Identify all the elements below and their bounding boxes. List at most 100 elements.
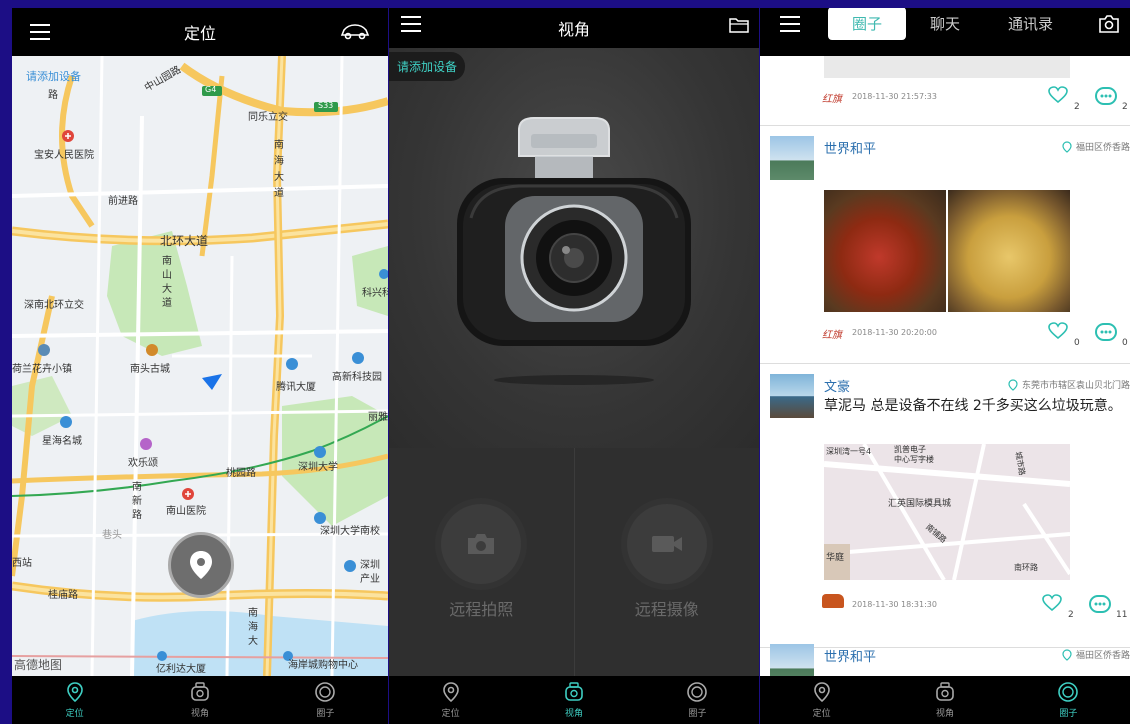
post-location: 福田区侨香路 (1061, 648, 1130, 661)
heart-icon[interactable] (1048, 322, 1068, 340)
signature: 红旗 (822, 94, 842, 105)
bottom-tab-bar: 定位 视角 圈子 (760, 676, 1130, 724)
segment-chat[interactable]: 聊天 (906, 8, 984, 40)
add-device-link[interactable]: 请添加设备 (389, 52, 466, 81)
locate-button[interactable] (168, 532, 234, 598)
username[interactable]: 世界和平 (824, 138, 876, 157)
tab-label: 视角 (190, 709, 209, 719)
post-location: 福田区侨香路 (1061, 140, 1130, 153)
remote-controls: 远程拍照 远程摄像 (389, 448, 759, 676)
add-device-link[interactable]: 请添加设备 (26, 68, 81, 84)
comment-count: 11 (1116, 610, 1128, 620)
post-map-image[interactable]: 深圳湾一号4 凯普电子 中心写字楼 汇英国际模具城 南铺路 南环路 华庭 城市路 (824, 444, 1070, 580)
feed-list[interactable]: 红旗 2018-11-30 21:57:33 2 2 世界和平 福田区侨香路 红… (760, 56, 1130, 676)
comment-count: 2 (1122, 102, 1128, 112)
comment-icon[interactable] (1094, 322, 1118, 342)
comment-icon[interactable] (1094, 86, 1118, 106)
post-time: 2018-11-30 21:57:33 (852, 92, 937, 101)
remote-video-circle (626, 504, 707, 584)
tab-label: 定位 (441, 709, 460, 719)
like-count: 2 (1068, 610, 1074, 620)
camera-tab-icon (191, 682, 209, 701)
segment-circle[interactable]: 圈子 (828, 8, 907, 40)
camera-tab-icon (936, 682, 954, 701)
circle-screen: 圈子 聊天 通讯录 红旗 2018-11-30 21:57:33 2 2 世界和… (760, 8, 1130, 724)
camera-icon (468, 534, 495, 554)
aperture-tab-icon (1058, 682, 1079, 702)
aperture-tab-icon (687, 682, 708, 702)
page-title: 视角 (557, 20, 590, 39)
location-pin-icon (190, 551, 212, 579)
feed-post: 红旗 2018-11-30 21:57:33 2 2 (760, 56, 1130, 126)
tab-location[interactable]: 定位 (760, 676, 883, 724)
location-pin-icon (1062, 140, 1072, 153)
dashcam-image (457, 117, 691, 385)
bottom-tab-bar: 定位 视角 圈子 (389, 676, 759, 724)
post-photo[interactable] (824, 190, 946, 312)
segment-control: 圈子 聊天 通讯录 (828, 8, 1077, 40)
car-icon[interactable] (340, 22, 370, 40)
remote-video-button[interactable]: 远程摄像 (575, 448, 760, 676)
segment-contacts[interactable]: 通讯录 (984, 8, 1077, 40)
remote-photo-label: 远程拍照 (449, 600, 514, 619)
user-car-icon (822, 594, 844, 608)
camera-icon[interactable] (1098, 14, 1120, 34)
tab-label: 圈子 (1059, 709, 1078, 719)
tab-label: 定位 (65, 709, 84, 719)
location-text: 福田区侨香路 (1075, 651, 1130, 661)
location-screen: 定位 请添加设备 路 中山园路 G4 S33 同乐立交 南 海 大 道 宝安人民… (12, 8, 388, 724)
tab-circle[interactable]: 圈子 (1007, 676, 1130, 724)
tab-view[interactable]: 视角 (137, 676, 262, 724)
avatar[interactable] (770, 136, 814, 180)
folder-icon[interactable] (729, 16, 749, 34)
comment-icon[interactable] (1088, 594, 1112, 614)
tab-label: 圈子 (688, 709, 707, 719)
location-pin-icon (1062, 648, 1072, 661)
remote-photo-button[interactable]: 远程拍照 (389, 448, 575, 676)
post-time: 2018-11-30 20:20:00 (852, 328, 937, 337)
top-bar: 定位 (12, 8, 388, 56)
avatar[interactable] (770, 644, 814, 676)
username[interactable]: 世界和平 (824, 646, 876, 665)
page-title: 定位 (183, 24, 216, 43)
remote-photo-circle (441, 504, 522, 584)
view-screen: 视角 请添加设备 远程拍照 远程摄像 定位 视角 圈子 (389, 8, 759, 724)
post-photo[interactable] (948, 190, 1070, 312)
like-count: 0 (1074, 338, 1080, 348)
avatar[interactable] (770, 374, 814, 418)
post-text: 草泥马 总是设备不在线 2千多买这么垃圾玩意。 (824, 398, 1122, 414)
tab-view[interactable]: 视角 (883, 676, 1006, 724)
username[interactable]: 文豪 (824, 376, 850, 395)
signature: 红旗 (822, 330, 842, 341)
video-camera-icon (651, 536, 682, 552)
heart-icon[interactable] (1042, 594, 1062, 612)
tab-location[interactable]: 定位 (389, 676, 512, 724)
top-bar: 视角 (389, 8, 759, 48)
tab-location[interactable]: 定位 (12, 676, 137, 724)
feed-post: 世界和平 福田区侨香路 (760, 644, 1130, 676)
location-text: 福田区侨香路 (1075, 143, 1130, 153)
tab-label: 视角 (935, 709, 954, 719)
user-location-arrow (202, 374, 222, 390)
location-tab-icon (813, 682, 830, 703)
aperture-tab-icon (315, 682, 336, 702)
comment-count: 0 (1122, 338, 1128, 348)
feed-post: 文豪 东莞市市辖区袁山贝北门路 草泥马 总是设备不在线 2千多买这么垃圾玩意。 (760, 364, 1130, 648)
location-pin-icon (1008, 378, 1018, 391)
location-text: 东莞市市辖区袁山贝北门路 (1021, 381, 1130, 391)
menu-icon[interactable] (780, 16, 800, 32)
post-time: 2018-11-30 18:31:30 (852, 600, 937, 609)
tab-circle[interactable]: 圈子 (263, 676, 388, 724)
location-tab-icon (442, 682, 459, 703)
tab-label: 定位 (812, 709, 831, 719)
like-count: 2 (1074, 102, 1080, 112)
post-location: 东莞市市辖区袁山贝北门路 (1007, 378, 1130, 391)
tab-view[interactable]: 视角 (512, 676, 635, 724)
feed-post: 世界和平 福田区侨香路 红旗 2018-11-30 20:20:00 0 0 (760, 126, 1130, 364)
device-preview (389, 48, 759, 448)
tab-label: 视角 (564, 709, 583, 719)
post-image (824, 56, 1070, 78)
heart-icon[interactable] (1048, 86, 1068, 104)
tab-circle[interactable]: 圈子 (636, 676, 759, 724)
bottom-tab-bar: 定位 视角 圈子 (12, 676, 388, 724)
